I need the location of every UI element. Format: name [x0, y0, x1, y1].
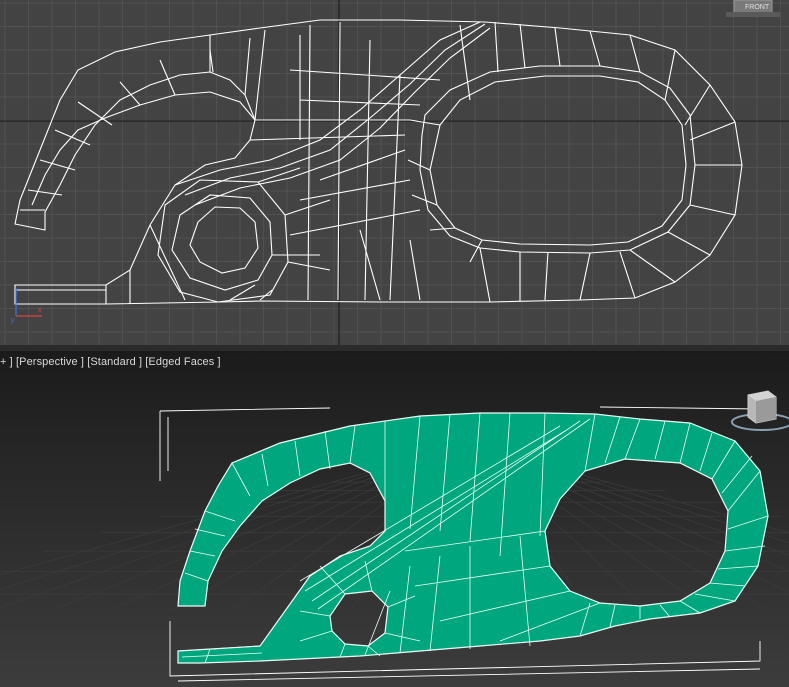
viewport-display-mode-label[interactable]: [Edged Faces ] [145, 356, 220, 368]
svg-text:y: y [11, 317, 15, 324]
perspective-viewport-canvas[interactable] [0, 351, 789, 687]
perspective-viewport[interactable]: + ] [Perspective ] [Standard ] [Edged Fa… [0, 351, 789, 687]
axis-gizmo: x y [11, 288, 42, 324]
viewport-menu-plus[interactable]: + ] [0, 356, 13, 368]
top-viewport[interactable]: x y FRONT [0, 0, 789, 345]
viewcube-label: FRONT [745, 4, 770, 11]
top-viewport-canvas[interactable]: x y [0, 0, 789, 345]
viewcube-front[interactable]: FRONT [722, 0, 784, 18]
viewcube-perspective[interactable] [720, 389, 789, 435]
viewport-shading-style-label[interactable]: [Standard ] [87, 356, 142, 368]
viewport-label: + ] [Perspective ] [Standard ] [Edged Fa… [0, 356, 221, 368]
svg-text:x: x [38, 307, 42, 314]
viewport-pov-label[interactable]: [Perspective ] [16, 356, 84, 368]
